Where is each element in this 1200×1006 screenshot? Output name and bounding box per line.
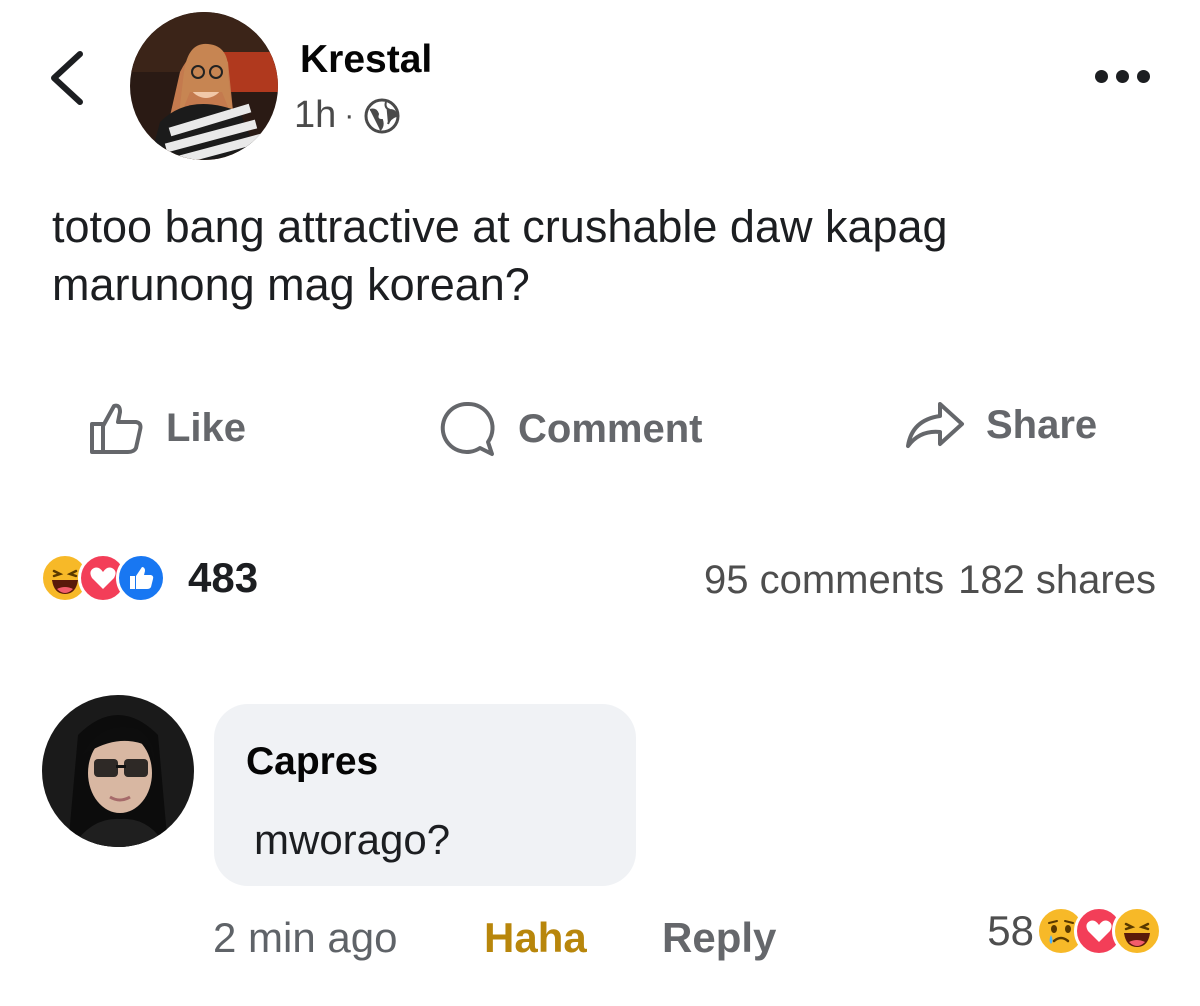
back-chevron-icon[interactable] [42, 48, 92, 108]
comment-text: mworago? [254, 816, 451, 863]
haha-icon [1112, 906, 1162, 956]
comment-bubble-icon [440, 401, 495, 456]
comment-label: Comment [518, 406, 703, 451]
comment-reaction-count: 58 [987, 907, 1034, 954]
comment-reactions-summary[interactable]: 58 [987, 906, 1162, 956]
more-options-icon[interactable] [1095, 70, 1150, 83]
comment-reply-button[interactable]: Reply [662, 914, 776, 962]
post-reactions-summary[interactable]: 483 [40, 553, 258, 603]
comments-count[interactable]: 95 comments [704, 558, 944, 603]
post-meta: 1h · [294, 94, 400, 137]
comment-button[interactable]: Comment [436, 398, 702, 460]
like-icon [116, 553, 166, 603]
thumbs-up-icon [90, 403, 143, 454]
commenter-name[interactable]: Capres [246, 740, 378, 784]
share-label: Share [986, 402, 1098, 447]
meta-separator: · [344, 98, 355, 132]
more-dot [1095, 70, 1108, 83]
share-button[interactable]: Share [904, 398, 1097, 452]
post-text: totoo bang attractive at crushable daw k… [52, 201, 948, 310]
post-author-name[interactable]: Krestal [300, 38, 432, 82]
more-dot [1137, 70, 1150, 83]
like-button[interactable]: Like [86, 398, 246, 458]
post-stats: 95 comments 182 shares [704, 558, 1156, 603]
share-arrow-icon [906, 402, 964, 448]
post-time[interactable]: 1h [294, 94, 336, 137]
globe-icon [364, 98, 400, 133]
comment-bubble: Capres mworago? [214, 704, 636, 886]
post-reaction-count: 483 [188, 554, 259, 601]
shares-count[interactable]: 182 shares [958, 558, 1156, 603]
post-author-avatar[interactable] [130, 12, 278, 160]
commenter-avatar[interactable] [42, 695, 194, 847]
comment-haha-reaction-button[interactable]: Haha [484, 914, 587, 962]
comment-timestamp: 2 min ago [213, 914, 398, 961]
more-dot [1116, 70, 1129, 83]
like-label: Like [166, 405, 247, 450]
